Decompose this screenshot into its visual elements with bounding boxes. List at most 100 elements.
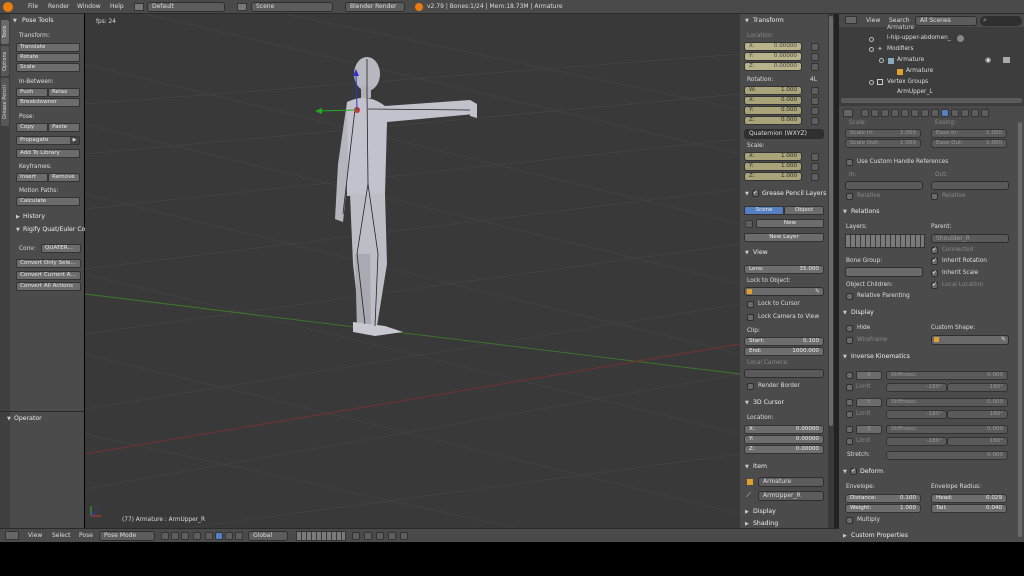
conv-select[interactable]: QUATER...: [41, 244, 81, 253]
ease-out-field[interactable]: Ease Out: 1.000: [931, 139, 1007, 148]
paste-pose-button[interactable]: Paste: [48, 123, 80, 132]
particles-tab-icon[interactable]: [971, 109, 979, 117]
local-location-checkbox[interactable]: [931, 281, 938, 289]
inherit-rotation-checkbox[interactable]: [931, 257, 938, 265]
envelope-distance-field[interactable]: Distance: 0.100: [845, 494, 921, 503]
pose-menu[interactable]: Pose: [79, 532, 93, 539]
envelope-head-field[interactable]: Head: 0.029: [931, 494, 1007, 503]
lock-icon[interactable]: [811, 53, 819, 61]
relations-arrow-icon[interactable]: ▼: [843, 209, 847, 215]
rotation-w-field[interactable]: W: 1.000: [744, 86, 802, 95]
render-layers-tab-icon[interactable]: [871, 109, 879, 117]
ik-limit-y-checkbox[interactable]: [846, 411, 853, 418]
properties-editor-icon[interactable]: [843, 109, 853, 117]
history-arrow-icon[interactable]: ▶: [16, 214, 20, 220]
transform-panel-title[interactable]: Transform: [753, 17, 784, 24]
3d-cursor-panel-title[interactable]: 3D Cursor: [753, 399, 784, 406]
propagate-dropdown-icon[interactable]: ▶: [70, 137, 79, 144]
collapse-arrow-icon[interactable]: ▼: [13, 18, 17, 24]
relative-parenting-checkbox[interactable]: [846, 293, 853, 300]
expand-icon[interactable]: [869, 80, 874, 85]
data-tab-icon[interactable]: [931, 109, 939, 117]
gp-scene-button[interactable]: Scene: [744, 206, 784, 215]
lock-icon[interactable]: [811, 87, 819, 95]
relative-in-checkbox[interactable]: [846, 193, 853, 200]
lock-to-object-field[interactable]: [744, 287, 824, 296]
snap-element-icon[interactable]: [388, 532, 396, 540]
layer-buttons[interactable]: [296, 531, 346, 541]
outliner-row[interactable]: ArmUpper_L: [897, 89, 933, 95]
properties-editor-scrollbar[interactable]: [1018, 122, 1022, 537]
bone-tab-icon[interactable]: [941, 109, 949, 117]
rotation-y-field[interactable]: Y: 0.000: [744, 106, 802, 115]
lock-icon[interactable]: [811, 107, 819, 115]
ik-max-x-field[interactable]: 180°: [947, 383, 1008, 392]
custom-shape-field[interactable]: [931, 335, 1009, 345]
ik-stiffness-x-field[interactable]: Stiffness: 0.000: [886, 371, 1008, 380]
lock-icon[interactable]: [811, 163, 819, 171]
location-x-field[interactable]: X: 0.00000: [744, 42, 802, 51]
ik-lock-x-checkbox[interactable]: [846, 372, 853, 379]
scene-field[interactable]: Scene: [251, 2, 333, 12]
render-icon[interactable]: [1003, 57, 1010, 63]
manipulator-toggle-icon[interactable]: [225, 532, 233, 540]
wireframe-checkbox[interactable]: [846, 337, 853, 344]
world-tab-icon[interactable]: [891, 109, 899, 117]
view-arrow-icon[interactable]: ▼: [745, 250, 749, 256]
parent-field[interactable]: Shoulder_R: [931, 234, 1009, 243]
pivot-point-icon[interactable]: [171, 532, 179, 540]
deform-checkbox[interactable]: [850, 467, 857, 475]
gp-object-button[interactable]: Object: [784, 206, 824, 215]
translate-manipulator-icon[interactable]: [193, 532, 201, 540]
envelope-tail-field[interactable]: Tail: 0.040: [931, 504, 1007, 513]
outliner-editor-icon[interactable]: [845, 16, 857, 24]
custom-handle-checkbox[interactable]: [846, 159, 853, 166]
pose-tools-title[interactable]: Pose Tools: [22, 17, 54, 24]
custom-properties-arrow-icon[interactable]: ▶: [843, 533, 847, 539]
relax-button[interactable]: Relax: [48, 88, 80, 97]
convert-current-action-button[interactable]: Convert Current A...: [16, 271, 81, 280]
scene-tab-icon[interactable]: [881, 109, 889, 117]
scene-icon[interactable]: [237, 3, 247, 11]
outliner-row[interactable]: l-hip-upper-abdomen_: [887, 35, 951, 41]
modifiers-tab-icon[interactable]: [921, 109, 929, 117]
pencil-icon[interactable]: [745, 220, 753, 228]
eyedropper-icon[interactable]: ✎: [815, 288, 820, 295]
outliner-row[interactable]: Vertex Groups: [887, 79, 928, 85]
lock-icon[interactable]: [811, 97, 819, 105]
hide-checkbox[interactable]: [846, 325, 853, 332]
interaction-mode-select[interactable]: Pose Mode: [99, 531, 155, 541]
tab-tools[interactable]: Tools: [1, 20, 9, 44]
ik-stiffness-y-field[interactable]: Stiffness: 0.000: [886, 398, 1008, 407]
orientation-icon[interactable]: [235, 532, 243, 540]
cursor-arrow-icon[interactable]: ▼: [745, 400, 749, 406]
copy-pose-button[interactable]: Copy: [16, 123, 48, 132]
snap-icon[interactable]: [376, 532, 384, 540]
gp-new-button[interactable]: New: [756, 219, 824, 228]
scale-x-field[interactable]: X: 1.000: [744, 152, 802, 161]
rotate-button[interactable]: Rotate: [16, 53, 80, 62]
proportional-edit-icon[interactable]: [364, 532, 372, 540]
rotation-x-field[interactable]: X: 0.000: [744, 96, 802, 105]
display-mode-select[interactable]: All Scenes: [915, 16, 977, 26]
add-to-library-button[interactable]: Add To Library: [16, 149, 80, 158]
push-button[interactable]: Push: [16, 88, 48, 97]
ease-in-field[interactable]: Ease In: 1.000: [931, 129, 1007, 138]
scale-out-field[interactable]: Scale Out: 1.000: [845, 139, 921, 148]
lock-to-cursor-checkbox[interactable]: [747, 301, 754, 308]
constraints-tab-icon[interactable]: [911, 109, 919, 117]
display-arrow-icon[interactable]: ▶: [745, 509, 749, 515]
rotation-z-field[interactable]: Z: 0.000: [744, 116, 802, 125]
3d-viewport[interactable]: fps: 24 (77) Armature : ArmUpper_R: [85, 14, 740, 528]
screen-layout-icon[interactable]: [134, 3, 144, 11]
ik-arrow-icon[interactable]: ▼: [843, 354, 847, 360]
inherit-scale-checkbox[interactable]: [931, 269, 938, 277]
transform-orientation-select[interactable]: Global: [248, 531, 288, 541]
tab-grease-pencil[interactable]: Grease Pencil: [1, 78, 9, 126]
translate-button[interactable]: Translate: [16, 43, 80, 52]
rigify-panel-title[interactable]: Rigify Quat/Euler Co: [23, 226, 85, 233]
lock-icon[interactable]: [811, 117, 819, 125]
outliner-menu-search[interactable]: Search: [889, 17, 910, 24]
character-model[interactable]: [315, 57, 477, 336]
gp-new-layer-button[interactable]: New Layer: [744, 233, 824, 242]
